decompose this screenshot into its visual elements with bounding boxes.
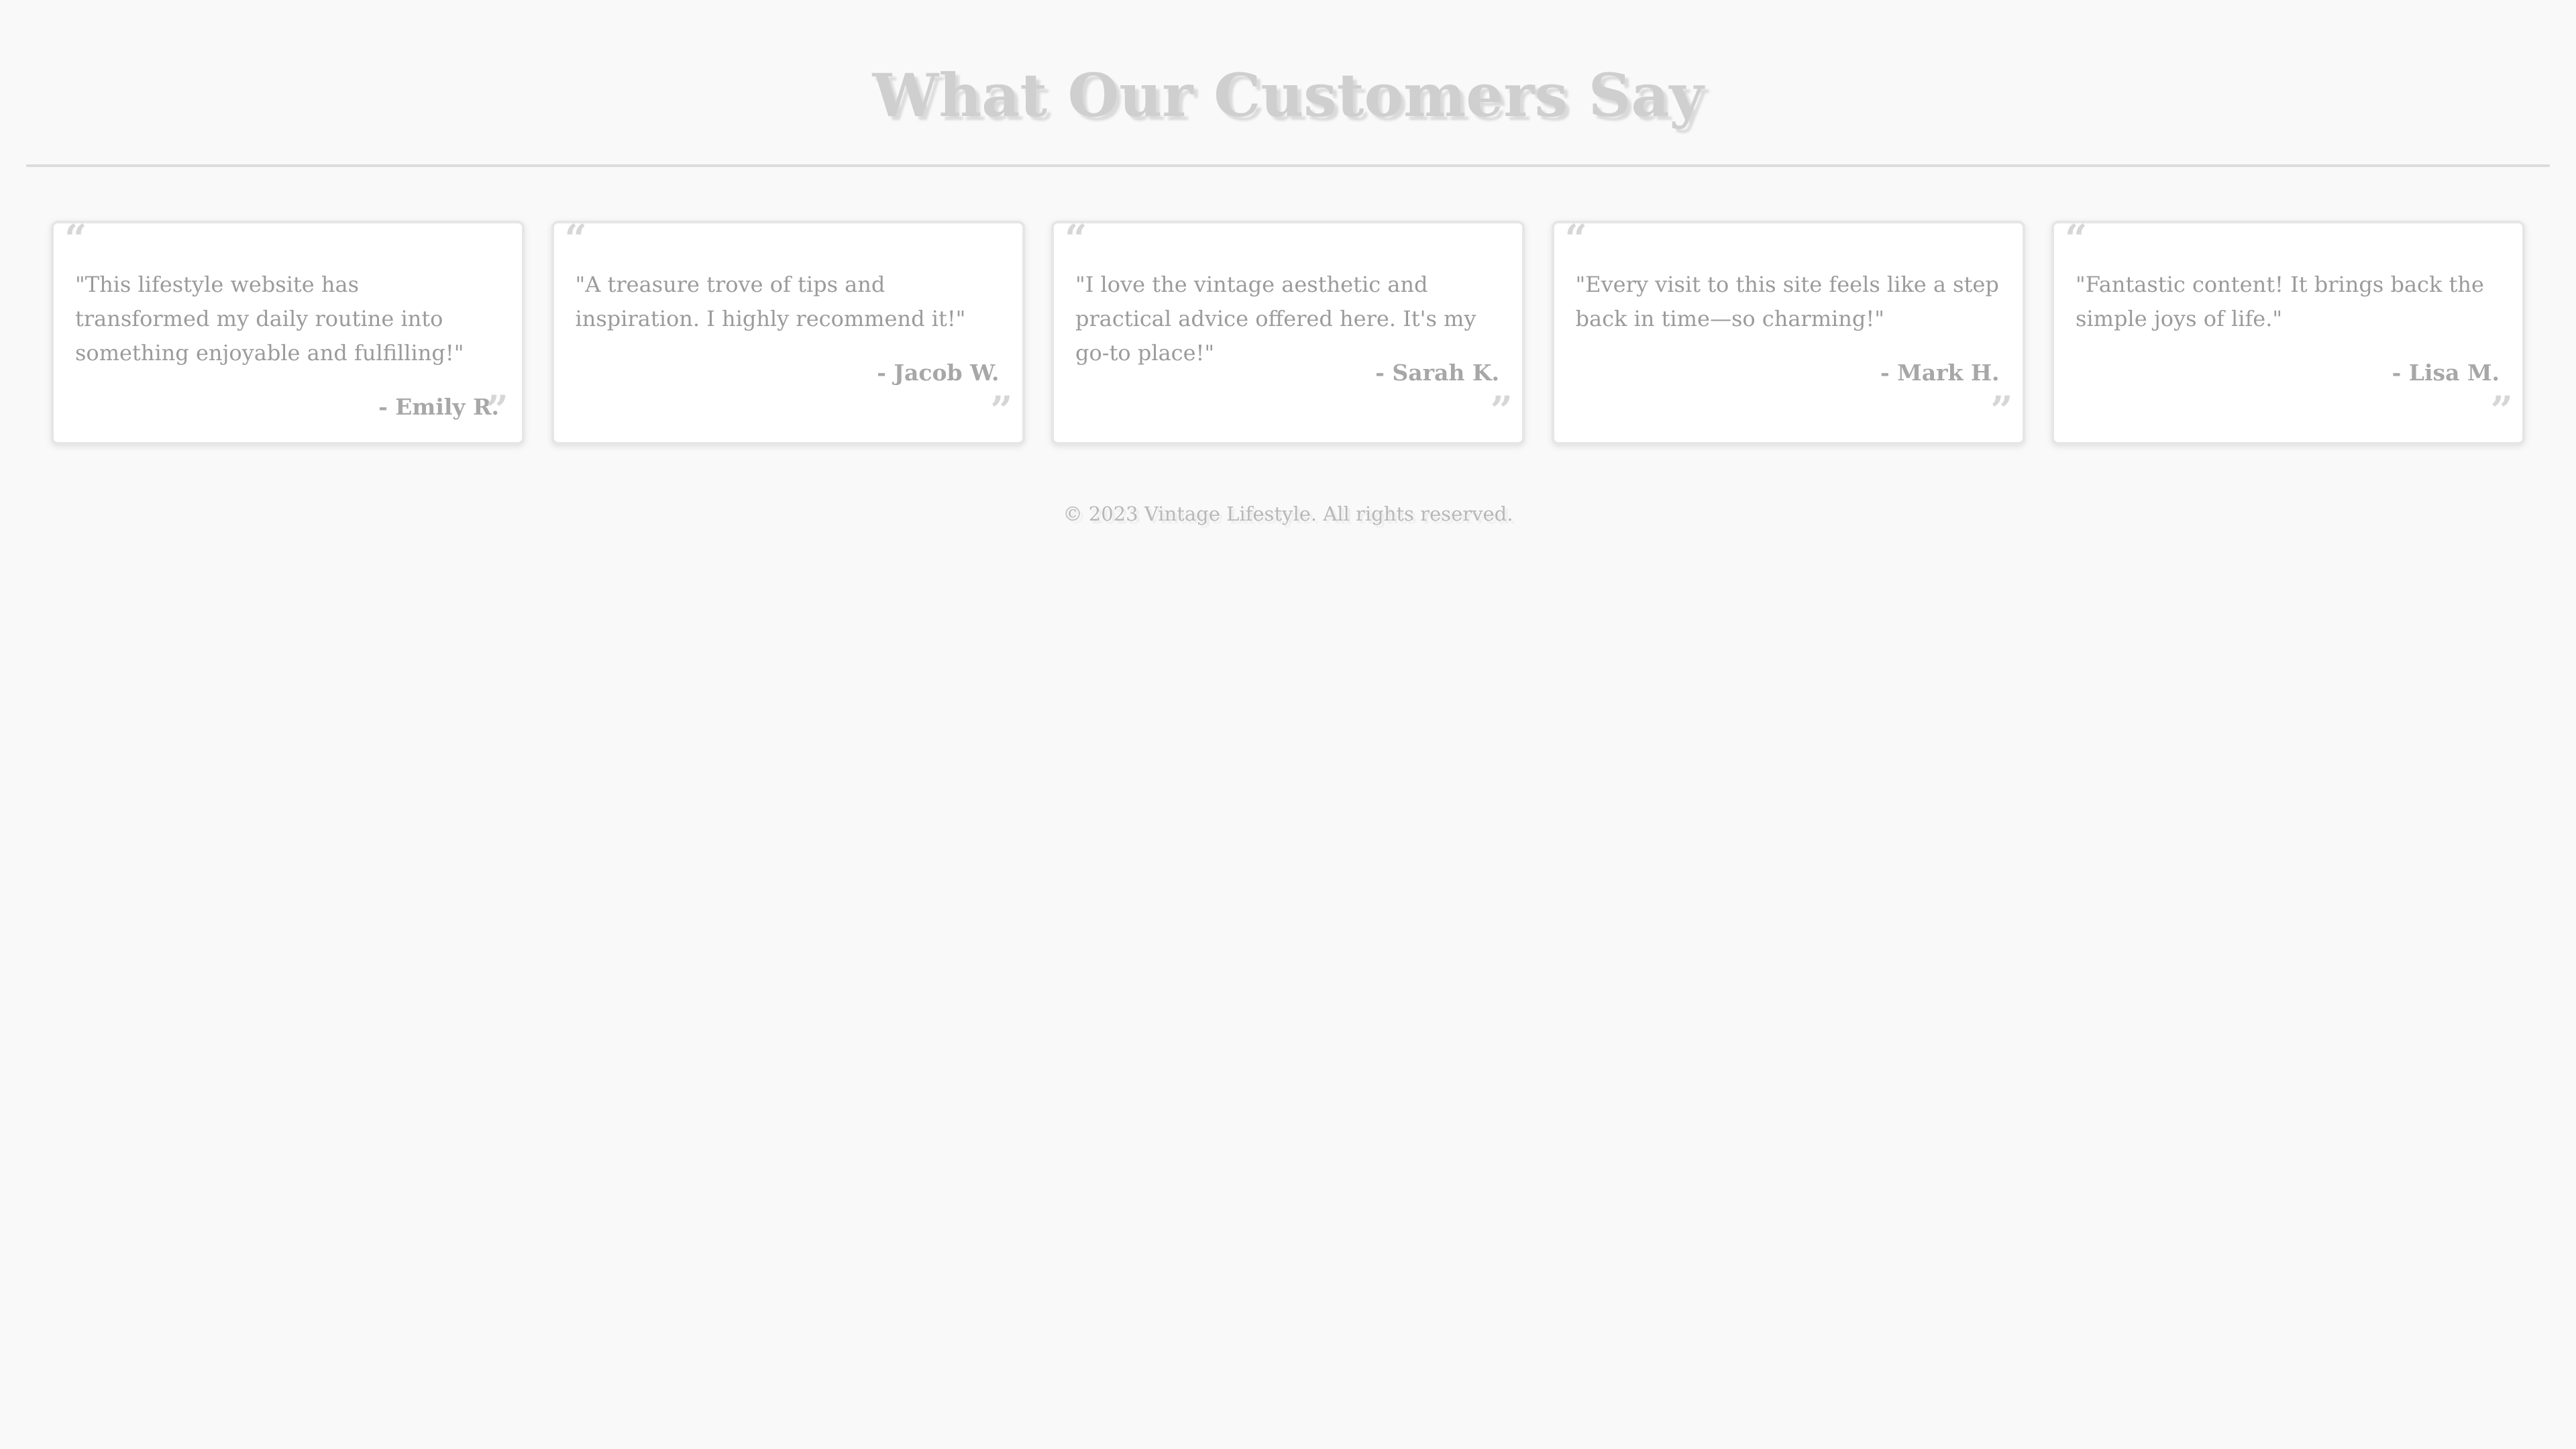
close-quote-icon: ”	[1490, 388, 1513, 433]
testimonial-card: “ "This lifestyle website has transforme…	[51, 216, 525, 445]
testimonials-list: “ "This lifestyle website has transforme…	[51, 216, 2525, 445]
close-quote-icon: ”	[990, 388, 1013, 433]
page-footer: © 2023 Vintage Lifestyle. All rights res…	[0, 499, 2576, 529]
testimonial-card: “ "Every visit to this site feels like a…	[1551, 216, 2025, 445]
open-quote-icon: “	[564, 216, 587, 262]
page-header: What Our Customers Say	[26, 0, 2550, 167]
testimonial-card: “ "A treasure trove of tips and inspirat…	[551, 216, 1025, 445]
testimonial-text: "Every visit to this site feels like a s…	[1575, 272, 1999, 331]
testimonial-author: - Emily R.	[378, 394, 499, 420]
page: What Our Customers Say “ "This lifestyle…	[0, 0, 2576, 1449]
close-quote-icon: ”	[2490, 388, 2513, 433]
close-quote-icon: ”	[1990, 388, 2013, 433]
open-quote-icon: “	[64, 216, 87, 262]
open-quote-icon: “	[2065, 216, 2088, 262]
testimonial-card: “ "Fantastic content! It brings back the…	[2051, 216, 2525, 445]
page-title: What Our Customers Say	[872, 60, 1704, 130]
testimonial-card: “ "I love the vintage aesthetic and prac…	[1051, 216, 1525, 445]
testimonial-author: - Sarah K.	[1375, 360, 1499, 386]
copyright-text: © 2023 Vintage Lifestyle. All rights res…	[1063, 502, 1513, 525]
open-quote-icon: “	[1065, 216, 1087, 262]
open-quote-icon: “	[1564, 216, 1587, 262]
testimonial-author: - Jacob W.	[877, 360, 1000, 386]
testimonial-text: "This lifestyle website has transformed …	[75, 272, 464, 366]
testimonial-author: - Lisa M.	[2392, 360, 2500, 386]
testimonial-text: "A treasure trove of tips and inspiratio…	[575, 272, 966, 331]
testimonial-text: "Fantastic content! It brings back the s…	[2076, 272, 2484, 331]
close-quote-icon: ”	[486, 387, 508, 433]
testimonial-text: "I love the vintage aesthetic and practi…	[1075, 272, 1477, 366]
testimonial-author: - Mark H.	[1880, 360, 2000, 386]
